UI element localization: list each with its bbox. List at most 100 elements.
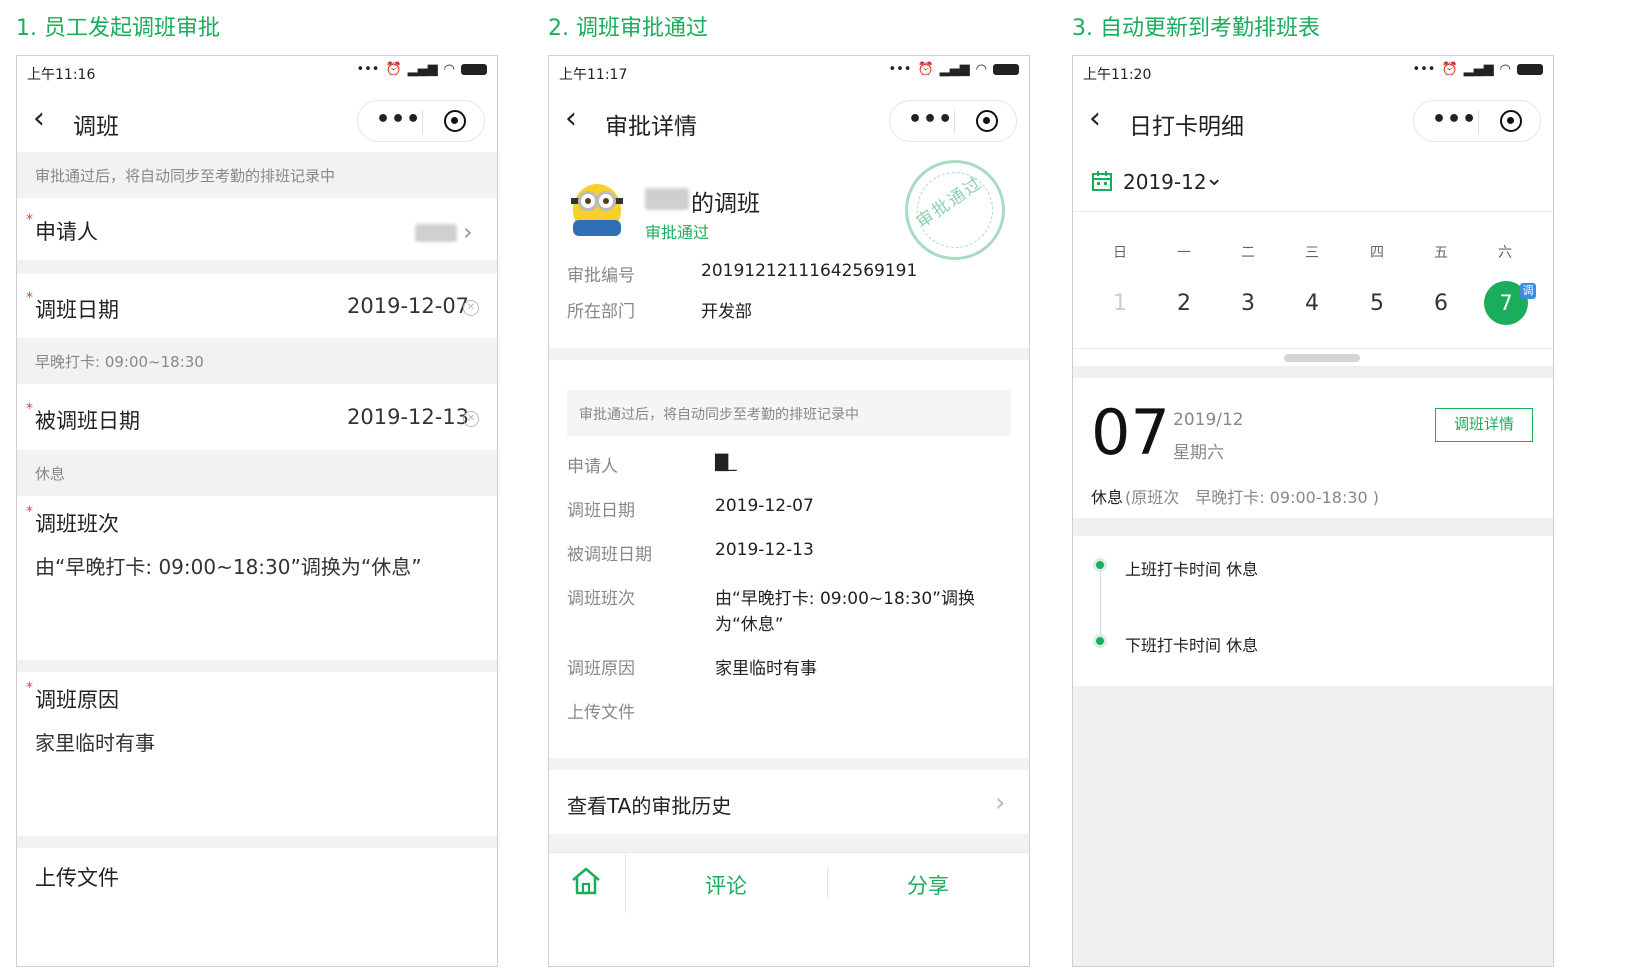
swap-date-label: 调班日期 bbox=[26, 290, 119, 324]
target-date-shift: 休息 bbox=[17, 450, 497, 496]
home-icon[interactable] bbox=[569, 865, 603, 901]
status-icons: ••• ⏰ ▂▄▆ ◠ bbox=[888, 62, 1019, 77]
menu-dots-icon[interactable]: ••• bbox=[1432, 109, 1477, 131]
reason-value: 家里临时有事 bbox=[715, 659, 817, 679]
battery-icon bbox=[993, 64, 1019, 75]
reason-section[interactable]: 调班原因 家里临时有事 bbox=[17, 672, 497, 836]
share-button[interactable]: 分享 bbox=[907, 870, 949, 900]
close-target-icon[interactable] bbox=[444, 110, 466, 132]
more-dots-icon: ••• bbox=[888, 62, 912, 77]
target-date-value: 2019-12-13 bbox=[347, 405, 470, 429]
phone-screen-apply: 上午11:16 ••• ⏰ ▂▄▆ ◠ ‹ 调班 ••• 审批通过后，将自动同步… bbox=[16, 55, 498, 967]
clear-icon[interactable]: ✕ bbox=[463, 411, 479, 427]
calendar-day[interactable]: 3 bbox=[1226, 291, 1270, 316]
mini-program-capsule: ••• bbox=[889, 100, 1017, 142]
bottom-toolbar: 评论 分享 bbox=[549, 852, 1029, 913]
sync-notice-text: 审批通过后，将自动同步至考勤的排班记录中 bbox=[579, 407, 859, 423]
wifi-icon: ◠ bbox=[1499, 62, 1511, 77]
chevron-right-icon: › bbox=[463, 218, 473, 246]
target-date-label: 被调班日期 bbox=[26, 401, 140, 435]
battery-icon bbox=[461, 64, 487, 75]
alarm-icon: ⏰ bbox=[917, 62, 934, 77]
page-title: 审批详情 bbox=[605, 114, 697, 140]
rest-label: 休息 bbox=[1091, 488, 1124, 507]
clear-icon[interactable]: ✕ bbox=[463, 300, 479, 316]
timeline-dot-icon bbox=[1093, 634, 1107, 648]
phone-screen-attendance: 上午11:20 ••• ⏰ ▂▄▆ ◠ ‹ 日打卡明细 ••• 2019-12 … bbox=[1072, 55, 1554, 967]
back-icon[interactable]: ‹ bbox=[33, 104, 45, 134]
department-label: 所在部门 bbox=[567, 302, 635, 322]
timeline-dot-icon bbox=[1093, 558, 1107, 572]
swap-detail-button[interactable]: 调班详情 bbox=[1435, 408, 1533, 442]
reason-label: 调班原因 bbox=[567, 659, 635, 679]
close-target-icon[interactable] bbox=[976, 110, 998, 132]
drag-handle[interactable] bbox=[1284, 354, 1360, 362]
weekday-sun: 日 bbox=[1113, 245, 1127, 261]
applicant-label: 申请人 bbox=[26, 212, 98, 246]
more-dots-icon: ••• bbox=[1412, 62, 1436, 77]
shift-value: 由“早晚打卡: 09:00~18:30”调换为“休息” bbox=[35, 555, 422, 579]
upload-row[interactable]: 上传文件 bbox=[17, 848, 497, 908]
page-title: 日打卡明细 bbox=[1129, 114, 1244, 140]
big-day-number: 07 bbox=[1091, 396, 1170, 469]
clock-out-text: 下班打卡时间 休息 bbox=[1125, 636, 1259, 655]
sync-notice-text: 审批通过后，将自动同步至考勤的排班记录中 bbox=[35, 167, 336, 185]
chevron-right-icon: › bbox=[995, 788, 1006, 818]
department-value: 开发部 bbox=[701, 302, 752, 322]
signal-icon: ▂▄▆ bbox=[1463, 62, 1494, 77]
more-dots-icon: ••• bbox=[356, 62, 380, 77]
target-date-value: 2019-12-13 bbox=[715, 540, 814, 560]
upload-label: 上传文件 bbox=[35, 866, 119, 890]
signal-icon: ▂▄▆ bbox=[939, 62, 970, 77]
menu-dots-icon[interactable]: ••• bbox=[908, 109, 953, 131]
swap-date-row[interactable]: 调班日期 2019-12-07 ✕ bbox=[17, 274, 497, 338]
target-date-label: 被调班日期 bbox=[567, 545, 652, 565]
calendar-day[interactable]: 4 bbox=[1290, 291, 1334, 316]
nav-bar: ‹ 调班 ••• bbox=[17, 90, 497, 152]
calendar-day[interactable]: 5 bbox=[1355, 291, 1399, 316]
status-time: 上午11:17 bbox=[559, 67, 628, 83]
approval-history-label: 查看TA的审批历史 bbox=[567, 794, 732, 818]
approval-status: 审批通过 bbox=[645, 223, 710, 242]
applicant-value: ▇_ bbox=[715, 452, 737, 472]
swap-date-value: 2019-12-07 bbox=[715, 496, 814, 516]
swap-date-shift-text: 早晚打卡: 09:00~18:30 bbox=[35, 353, 204, 371]
year-month: 2019/12 bbox=[1173, 410, 1244, 430]
approval-heading: 的调班 bbox=[691, 191, 760, 217]
shift-label: 调班班次 bbox=[26, 504, 119, 538]
weekday-wed: 三 bbox=[1305, 245, 1319, 261]
month-value: 2019-12 bbox=[1123, 170, 1207, 194]
clock-timeline: 上班打卡时间 休息 下班打卡时间 休息 bbox=[1073, 536, 1553, 686]
target-date-row[interactable]: 被调班日期 2019-12-13 ✕ bbox=[17, 384, 497, 450]
mini-program-capsule: ••• bbox=[357, 100, 485, 142]
applicant-label: 申请人 bbox=[567, 457, 618, 477]
status-time: 上午11:16 bbox=[27, 67, 96, 83]
calendar-day[interactable]: 1 bbox=[1098, 291, 1142, 316]
weekday-sat: 六 bbox=[1498, 245, 1512, 261]
approval-no-label: 审批编号 bbox=[567, 266, 635, 286]
approval-history-row[interactable]: 查看TA的审批历史 › bbox=[549, 770, 1029, 834]
calendar-day[interactable]: 2 bbox=[1162, 291, 1206, 316]
shift-section: 调班班次 由“早晚打卡: 09:00~18:30”调换为“休息” bbox=[17, 496, 497, 660]
day-detail-card: 07 2019/12 星期六 调班详情 休息 (原班次 早晚打卡: 09:00-… bbox=[1073, 378, 1553, 518]
mini-program-capsule: ••• bbox=[1413, 100, 1541, 142]
status-icons: ••• ⏰ ▂▄▆ ◠ bbox=[356, 62, 487, 77]
step-3-title: 3. 自动更新到考勤排班表 bbox=[1072, 16, 1320, 41]
minion-avatar-icon bbox=[571, 184, 623, 236]
target-date-shift-text: 休息 bbox=[35, 465, 66, 483]
applicant-row[interactable]: 申请人 › bbox=[17, 198, 497, 260]
swap-date-label: 调班日期 bbox=[567, 501, 635, 521]
signal-icon: ▂▄▆ bbox=[407, 62, 438, 77]
back-icon[interactable]: ‹ bbox=[565, 104, 577, 134]
close-target-icon[interactable] bbox=[1500, 110, 1522, 132]
menu-dots-icon[interactable]: ••• bbox=[376, 109, 421, 131]
sync-notice: 审批通过后，将自动同步至考勤的排班记录中 bbox=[567, 390, 1011, 436]
original-shift-text: (原班次 早晚打卡: 09:00-18:30 ) bbox=[1125, 488, 1380, 507]
nav-bar: ‹ 审批详情 ••• bbox=[549, 90, 1029, 152]
approval-no-value: 20191212111642569191 bbox=[701, 261, 918, 281]
comment-button[interactable]: 评论 bbox=[705, 870, 747, 900]
calendar-day[interactable]: 6 bbox=[1419, 291, 1463, 316]
alarm-icon: ⏰ bbox=[1441, 62, 1458, 77]
back-icon[interactable]: ‹ bbox=[1089, 104, 1101, 134]
reason-value: 家里临时有事 bbox=[35, 731, 155, 755]
